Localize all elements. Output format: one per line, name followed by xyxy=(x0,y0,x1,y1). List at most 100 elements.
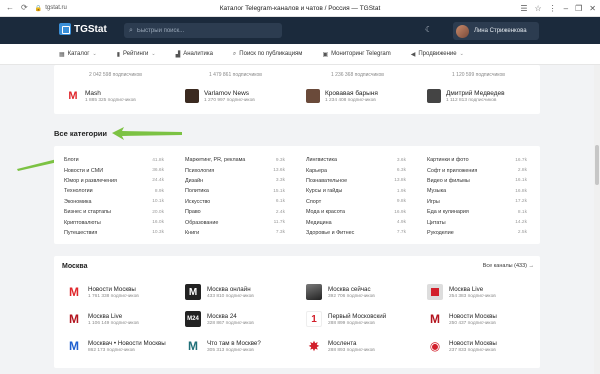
category-item[interactable]: Искусство 6.1k xyxy=(185,197,285,207)
top-channels-card: 2 042 598 подписчиков 1 479 861 подписчи… xyxy=(54,65,540,114)
reader-icon[interactable]: ☰ xyxy=(520,4,527,13)
restore-button[interactable]: ❐ xyxy=(575,4,582,13)
moon-icon[interactable]: ☾ xyxy=(425,25,432,34)
category-item[interactable]: Медицина 4.9k xyxy=(306,217,406,227)
category-item[interactable]: Курсы и гайды 1.9k xyxy=(306,186,406,196)
menu-icon[interactable]: ⋮ xyxy=(549,4,557,13)
channel-item[interactable]: M Москва Live 1 106 149 подписчиков xyxy=(66,311,139,327)
nav-catalog[interactable]: ▦ Каталог ⌄ xyxy=(59,51,97,58)
category-item[interactable]: Образование 11.7k xyxy=(185,217,285,227)
category-item[interactable]: Карьера 6.3k xyxy=(306,165,406,175)
nav-promotion[interactable]: ◀ Продвижение ⌄ xyxy=(411,51,464,58)
category-item[interactable]: Познавательное 13.8k xyxy=(306,176,406,186)
search-input[interactable] xyxy=(136,27,267,34)
channel-avatar xyxy=(306,89,320,103)
logo-icon xyxy=(59,23,71,35)
all-channels-link[interactable]: Все каналы (433) → xyxy=(483,263,534,269)
scrollbar-thumb[interactable] xyxy=(595,145,599,185)
back-icon[interactable]: ← xyxy=(6,4,14,12)
channel-item[interactable]: M24 Москва 24 328 867 подписчиков xyxy=(185,311,254,327)
channel-avatar xyxy=(185,89,199,103)
site-header: TGStat ⌕ ☾ Лина Стриженкова xyxy=(0,17,600,44)
category-item[interactable]: Технологии 8.9k xyxy=(64,186,164,196)
category-item[interactable]: Новости и СМИ 36.6k xyxy=(64,165,164,175)
monitor-icon: ▣ xyxy=(322,51,329,58)
channel-logo-icon: M xyxy=(185,338,201,354)
category-item[interactable]: Видео и фильмы 16.1k xyxy=(427,176,527,186)
categories-card: Блоги 41.8k Новости и СМИ 36.6k Юмор и раз… xyxy=(54,146,540,244)
category-item[interactable]: Спорт 9.8k xyxy=(306,197,406,207)
category-item[interactable]: Экономика 10.1k xyxy=(64,197,164,207)
channel-item[interactable]: Москва сейчас 392 706 подписчиков xyxy=(306,284,375,300)
category-item[interactable]: Здоровье и Фитнес 7.7k xyxy=(306,228,406,238)
search-box[interactable]: ⌕ xyxy=(124,23,282,38)
channel-varlamov[interactable]: Varlamov News 1 270 997 подписчиков xyxy=(185,89,255,103)
category-item[interactable]: Политика 15.1k xyxy=(185,186,285,196)
category-item[interactable]: Книги 7.3k xyxy=(185,228,285,238)
channel-item[interactable]: M Новости Москвы 1 761 338 подписчиков xyxy=(66,284,139,300)
category-item[interactable]: Рукоделие 2.5k xyxy=(427,228,527,238)
category-item[interactable]: Игры 17.2k xyxy=(427,197,527,207)
category-item[interactable]: Цитаты 14.2k xyxy=(427,217,527,227)
category-item[interactable]: Мода и красота 16.9k xyxy=(306,207,406,217)
address-bar[interactable]: 🔒 tgstat.ru xyxy=(35,5,67,12)
channel-logo-icon: M24 xyxy=(185,311,201,327)
channel-item[interactable]: 1 Первый Московский 288 899 подписчиков xyxy=(306,311,386,327)
channel-subs: 1 120 599 подписчиков xyxy=(452,72,505,78)
reload-icon[interactable]: ⟳ xyxy=(21,4,28,12)
chart-icon: ▮ xyxy=(116,51,120,58)
minimize-button[interactable]: – xyxy=(564,4,568,13)
channel-item[interactable]: M Что там в Москве? 305 313 подписчиков xyxy=(185,338,261,354)
category-item[interactable]: Еда и кулинария 8.1k xyxy=(427,207,527,217)
main-nav: ▦ Каталог ⌄ ▮ Рейтинги ⌄ ▟ Аналитика ⌕ П… xyxy=(0,44,600,65)
channel-krovavaya[interactable]: Кровавая барыня 1 234 408 подписчиков xyxy=(306,89,378,103)
category-item[interactable]: Бизнес и стартапы 20.0k xyxy=(64,207,164,217)
chevron-down-icon: ⌄ xyxy=(92,51,97,57)
nav-analytics[interactable]: ▟ Аналитика xyxy=(176,51,213,58)
category-item[interactable]: Дизайн 3.3k xyxy=(185,176,285,186)
channel-item[interactable]: Москва Live 254 383 подписчиков xyxy=(427,284,496,300)
channel-medvedev[interactable]: Дмитрий Медведев 1 112 813 подписчиков xyxy=(427,89,505,103)
channel-logo-icon: M xyxy=(427,311,443,327)
megaphone-icon: ◀ xyxy=(410,51,416,58)
chevron-down-icon: ⌄ xyxy=(151,51,156,57)
page-scrollbar[interactable] xyxy=(594,65,600,374)
chevron-down-icon: ⌄ xyxy=(459,51,464,57)
category-item[interactable]: Музыка 16.8k xyxy=(427,186,527,196)
close-button[interactable]: ✕ xyxy=(589,4,596,13)
category-column: Картинки и фото 16.7k Софт и приложения 2.… xyxy=(427,155,527,238)
nav-ratings[interactable]: ▮ Рейтинги ⌄ xyxy=(117,51,156,58)
channel-item[interactable]: M Москва онлайн 433 810 подписчиков xyxy=(185,284,254,300)
category-item[interactable]: Маркетинг, PR, реклама 9.3k xyxy=(185,155,285,165)
channel-item[interactable]: M Москвач • Новости Москвы 862 173 подпис… xyxy=(66,338,166,354)
category-item[interactable]: Лингвистика 3.6k xyxy=(306,155,406,165)
channel-item[interactable]: ✸ Мослента 288 893 подписчиков xyxy=(306,338,375,354)
channel-logo-icon: M xyxy=(185,284,201,300)
category-item[interactable]: Право 2.4k xyxy=(185,207,285,217)
channel-logo-icon: M xyxy=(66,338,82,354)
category-item[interactable]: Софт и приложения 2.8k xyxy=(427,165,527,175)
site-logo[interactable]: TGStat xyxy=(59,23,107,35)
channel-mash[interactable]: M Mash 1 885 325 подписчиков xyxy=(66,89,136,103)
url-text: tgstat.ru xyxy=(45,5,67,11)
channel-logo-icon xyxy=(306,284,322,300)
user-menu[interactable]: Лина Стриженкова xyxy=(453,22,539,40)
channel-logo-icon: ◉ xyxy=(427,338,443,354)
nav-monitoring[interactable]: ▣ Мониторинг Telegram xyxy=(322,51,390,58)
category-item[interactable]: Криптовалюты 16.0k xyxy=(64,217,164,227)
category-item[interactable]: Путешествия 10.3k xyxy=(64,228,164,238)
category-item[interactable]: Картинки и фото 16.7k xyxy=(427,155,527,165)
channel-logo-icon xyxy=(427,284,443,300)
section-title: Москва xyxy=(62,263,88,270)
channel-subs: 1 479 861 подписчиков xyxy=(209,72,262,78)
bookmark-icon[interactable]: ☆ xyxy=(535,4,542,13)
channel-item[interactable]: M Новости Москвы 250 437 подписчиков xyxy=(427,311,497,327)
categories-heading: Все категории xyxy=(54,129,108,138)
channel-item[interactable]: ◉ Новости Москвы 237 833 подписчиков xyxy=(427,338,497,354)
category-item[interactable]: Психология 13.6k xyxy=(185,165,285,175)
category-column: Маркетинг, PR, реклама 9.3k Психология 13.… xyxy=(185,155,285,238)
category-item[interactable]: Блоги 41.8k xyxy=(64,155,164,165)
channel-subs: 1 236 368 подписчиков xyxy=(331,72,384,78)
category-item[interactable]: Юмор и развлечения 24.4k xyxy=(64,176,164,186)
nav-post-search[interactable]: ⌕ Поиск по публикациям xyxy=(233,51,303,58)
